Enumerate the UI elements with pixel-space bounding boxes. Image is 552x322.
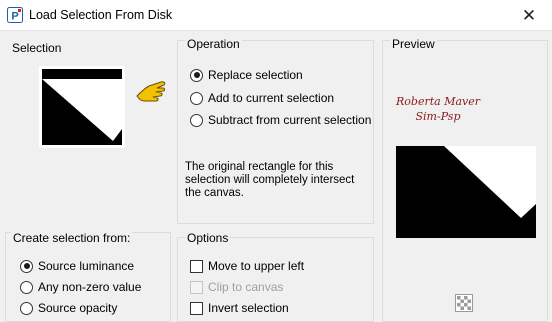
radio-indicator[interactable] <box>190 91 203 105</box>
checkbox-indicator[interactable] <box>190 301 203 315</box>
checkbox-clip-to-canvas[interactable]: Clip to canvas <box>190 279 283 295</box>
radio-label: Source opacity <box>38 301 118 315</box>
radio-any-nonzero[interactable]: Any non-zero value <box>20 279 141 295</box>
watermark-signature: Roberta Maver Sim-Psp <box>396 95 480 123</box>
radio-replace-selection[interactable]: Replace selection <box>190 67 303 83</box>
radio-source-luminance[interactable]: Source luminance <box>20 258 134 274</box>
radio-add-selection[interactable]: Add to current selection <box>190 90 334 106</box>
options-heading: Options <box>185 231 231 245</box>
checkbox-indicator[interactable] <box>190 259 203 273</box>
svg-text:P: P <box>11 11 18 23</box>
create-from-panel: Create selection from: Source luminance … <box>5 231 171 322</box>
radio-subtract-selection[interactable]: Subtract from current selection <box>190 112 371 128</box>
checkbox-indicator[interactable] <box>190 280 203 294</box>
radio-label: Replace selection <box>208 68 303 82</box>
radio-label: Subtract from current selection <box>208 113 372 127</box>
checkbox-label: Invert selection <box>208 301 289 315</box>
radio-label: Add to current selection <box>208 91 335 105</box>
pointing-hand-icon <box>136 81 166 102</box>
radio-indicator[interactable] <box>190 113 203 127</box>
selection-thumbnail <box>39 66 125 148</box>
operation-panel: Operation Replace selection Add to curre… <box>177 37 374 224</box>
operation-heading: Operation <box>185 37 242 51</box>
checkerboard-icon[interactable] <box>455 294 473 312</box>
selection-panel: Selection <box>5 35 171 223</box>
create-from-heading: Create selection from: <box>11 231 133 245</box>
radio-source-opacity[interactable]: Source opacity <box>20 300 117 316</box>
window-title: Load Selection From Disk <box>29 8 173 22</box>
preview-image <box>396 146 536 238</box>
title-bar: P Load Selection From Disk ✕ <box>0 0 552 31</box>
checkbox-label: Move to upper left <box>208 259 305 273</box>
selection-thumbnail-image <box>39 66 125 148</box>
operation-description: The original rectangle for this selectio… <box>185 161 355 199</box>
selection-heading: Selection <box>12 41 62 55</box>
close-icon: ✕ <box>521 5 537 25</box>
radio-indicator[interactable] <box>20 280 33 294</box>
checkbox-move-upper-left[interactable]: Move to upper left <box>190 258 304 274</box>
checkbox-label: Clip to canvas <box>208 280 284 294</box>
checkbox-invert-selection[interactable]: Invert selection <box>190 300 289 316</box>
options-panel: Options Move to upper left Clip to canva… <box>177 231 374 322</box>
dialog-body: Selection Operation Replace selection Ad… <box>0 31 552 322</box>
radio-indicator[interactable] <box>190 68 203 82</box>
radio-indicator[interactable] <box>20 259 33 273</box>
radio-label: Source luminance <box>38 259 135 273</box>
paintshop-icon: P <box>7 7 23 23</box>
preview-panel: Preview Roberta Maver Sim-Psp <box>382 37 548 322</box>
preview-heading: Preview <box>390 37 437 51</box>
close-button[interactable]: ✕ <box>506 0 552 31</box>
radio-label: Any non-zero value <box>38 280 142 294</box>
radio-indicator[interactable] <box>20 301 33 315</box>
